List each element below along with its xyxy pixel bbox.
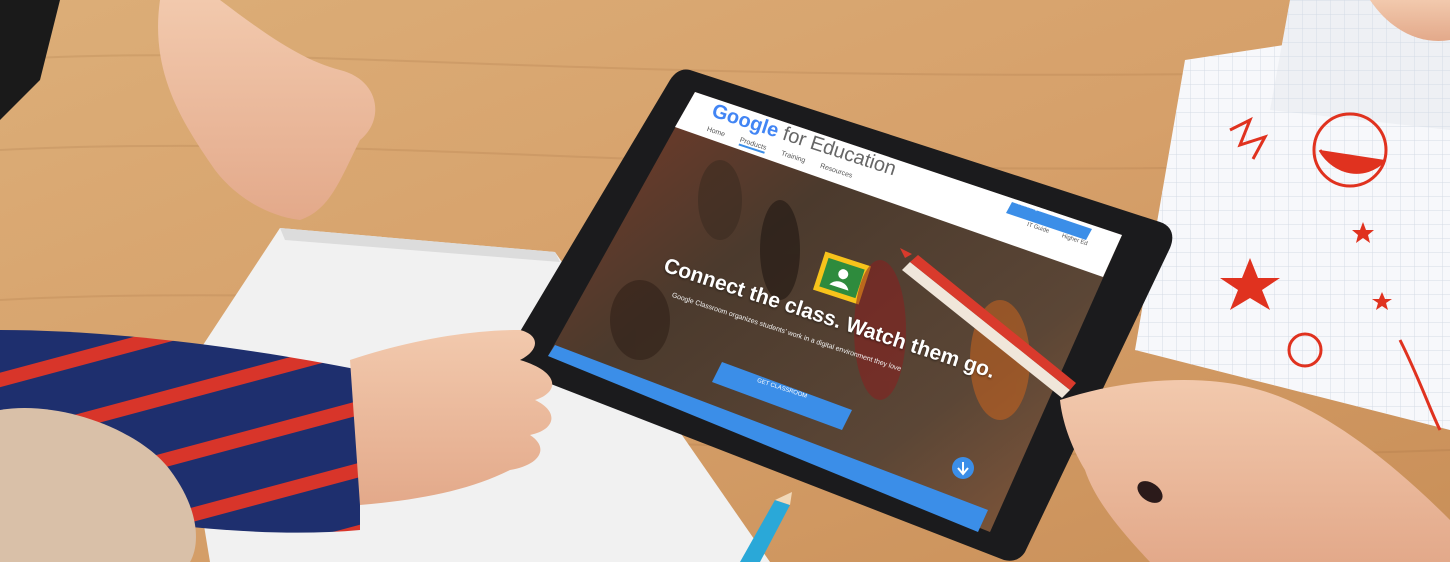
photo-scene: Google for Education Home Products Train… bbox=[0, 0, 1450, 562]
